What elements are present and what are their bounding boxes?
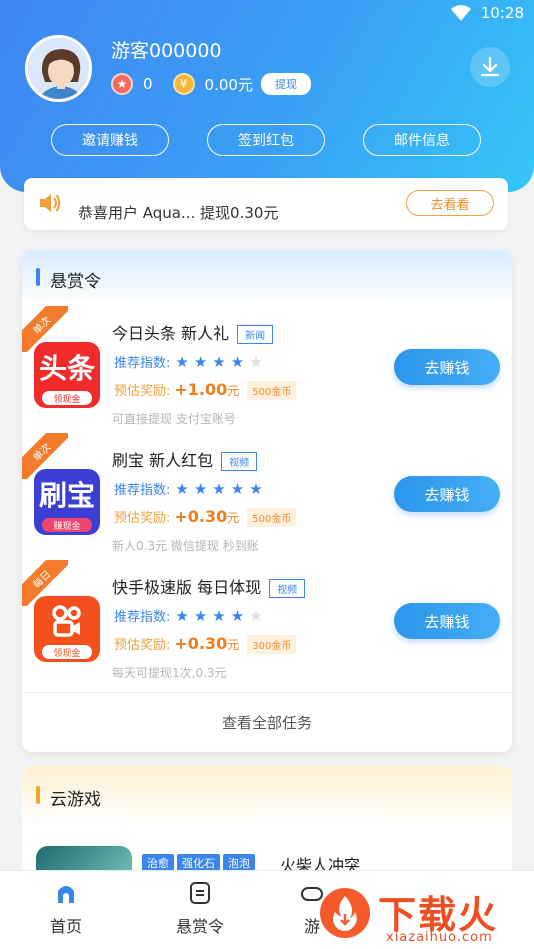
task-item[interactable]: 每日 领现金 快手极速版 每日体现 视频 推荐指数: ★ ★ ★ ★ ★ 预估奖励: +0.… bbox=[22, 560, 512, 687]
kuaishou-mark-icon bbox=[52, 605, 81, 637]
star-icon: ★ bbox=[212, 479, 226, 498]
star-icon: ★ bbox=[193, 606, 208, 625]
star-icon: ★ bbox=[230, 606, 245, 625]
avatar-image bbox=[28, 38, 89, 99]
star-icon: ★ bbox=[193, 479, 208, 498]
bounty-header: 悬赏令 bbox=[22, 250, 512, 306]
task-item[interactable]: 单次 刷宝 赚现金 刷宝 新人红包 视频 推荐指数: ★ ★ ★ ★ ★ 预估奖励: +0.… bbox=[22, 433, 512, 560]
balance-row: ★ 0 ¥ 0.00元 提现 bbox=[111, 73, 311, 95]
nav-bounty[interactable]: 悬赏令 bbox=[160, 881, 240, 937]
profile-header: 10:28 游客000000 ★ 0 ¥ 0.00元 提现 邀请赚钱 签到红包 … bbox=[0, 0, 534, 192]
bounty-card: 悬赏令 单次 头条 领现金 今日头条 新人礼 新闻 推荐指数: ★ ★ ★ ★ ★ 预估奖… bbox=[22, 250, 512, 752]
invite-earn-button[interactable]: 邀请赚钱 bbox=[51, 124, 169, 156]
star-icon: ★ bbox=[230, 352, 245, 371]
notice-text: 恭喜用户 Aqua... 提现0.30元 bbox=[78, 204, 279, 222]
withdraw-button[interactable]: 提现 bbox=[260, 73, 311, 95]
download-button[interactable] bbox=[470, 47, 510, 87]
star-icon: ★ bbox=[212, 606, 226, 625]
checkin-redpacket-button[interactable]: 签到红包 bbox=[207, 124, 325, 156]
star-icon: ★ bbox=[175, 479, 189, 498]
estimated-reward: 预估奖励: +1.00 元 500金币 bbox=[114, 380, 297, 400]
section-marker bbox=[36, 268, 40, 286]
task-description: 可直接提现 支付宝账号 bbox=[112, 412, 236, 426]
recommend-rating: 推荐指数: ★ ★ ★ ★ ★ bbox=[114, 352, 263, 372]
toutiao-logo-icon: 头条 领现金 bbox=[34, 342, 100, 408]
go-earn-button[interactable]: 去赚钱 bbox=[394, 603, 500, 639]
task-tag: 视频 bbox=[221, 452, 258, 471]
list-icon bbox=[190, 882, 210, 904]
star-empty-icon: ★ bbox=[249, 352, 263, 371]
wifi-icon bbox=[450, 5, 471, 21]
username: 游客000000 bbox=[111, 40, 222, 62]
task-tag: 视频 bbox=[269, 579, 306, 598]
task-item[interactable]: 单次 头条 领现金 今日头条 新人礼 新闻 推荐指数: ★ ★ ★ ★ ★ 预估奖励: +1… bbox=[22, 306, 512, 433]
recommend-rating: 推荐指数: ★ ★ ★ ★ ★ bbox=[114, 479, 263, 499]
download-icon bbox=[480, 56, 500, 77]
task-description: 每天可提现1次,0.3元 bbox=[112, 666, 227, 680]
shuabao-logo-icon: 刷宝 赚现金 bbox=[34, 469, 100, 535]
star-icon: ★ bbox=[212, 352, 226, 371]
bounty-title: 悬赏令 bbox=[50, 272, 101, 292]
cloud-game-title: 云游戏 bbox=[50, 790, 101, 810]
task-name: 今日头条 新人礼 新闻 bbox=[112, 320, 274, 344]
watermark-url: xiazaihuo.com bbox=[386, 930, 493, 945]
star-icon: ★ bbox=[175, 352, 189, 371]
star-icon: ★ bbox=[249, 479, 263, 498]
kuaishou-logo-icon: 领现金 bbox=[34, 596, 100, 662]
site-watermark: 下载火 xiazaihuo.com bbox=[310, 878, 530, 948]
red-coin-count: 0 bbox=[143, 75, 153, 93]
task-name: 刷宝 新人红包 视频 bbox=[112, 447, 258, 471]
red-coin-icon: ★ bbox=[111, 73, 133, 95]
star-icon: ★ bbox=[230, 479, 245, 498]
recommend-rating: 推荐指数: ★ ★ ★ ★ ★ bbox=[114, 606, 263, 626]
estimated-reward: 预估奖励: +0.30 元 300金币 bbox=[114, 634, 297, 654]
go-earn-button[interactable]: 去赚钱 bbox=[394, 349, 500, 385]
estimated-reward: 预估奖励: +0.30 元 500金币 bbox=[114, 507, 297, 527]
cloud-game-card: 云游戏 治愈 强化石 泡泡 火柴人冲突 bbox=[22, 766, 512, 886]
go-earn-button[interactable]: 去赚钱 bbox=[394, 476, 500, 512]
mail-info-button[interactable]: 邮件信息 bbox=[363, 124, 481, 156]
nav-home[interactable]: 首页 bbox=[26, 881, 106, 937]
gold-balance: 0.00元 bbox=[204, 75, 253, 94]
home-icon bbox=[58, 886, 74, 903]
go-look-button[interactable]: 去看看 bbox=[406, 190, 494, 216]
star-icon: ★ bbox=[193, 352, 208, 371]
notice-bar: 恭喜用户 Aqua... 提现0.30元 去看看 bbox=[24, 178, 508, 230]
star-empty-icon: ★ bbox=[249, 606, 263, 625]
speaker-icon bbox=[40, 194, 61, 212]
section-marker bbox=[36, 786, 40, 804]
gold-coin-icon: ¥ bbox=[172, 73, 195, 95]
cloud-game-header: 云游戏 bbox=[22, 766, 512, 824]
task-tag: 新闻 bbox=[237, 325, 274, 344]
task-description: 新人0.3元 微信提现 秒到账 bbox=[112, 539, 259, 553]
clock: 10:28 bbox=[480, 4, 524, 22]
fire-logo-icon bbox=[320, 888, 370, 938]
star-icon: ★ bbox=[175, 606, 189, 625]
status-bar: 10:28 bbox=[450, 4, 524, 22]
task-name: 快手极速版 每日体现 视频 bbox=[112, 574, 306, 598]
view-all-tasks-link[interactable]: 查看全部任务 bbox=[22, 692, 512, 752]
avatar[interactable] bbox=[25, 35, 92, 102]
